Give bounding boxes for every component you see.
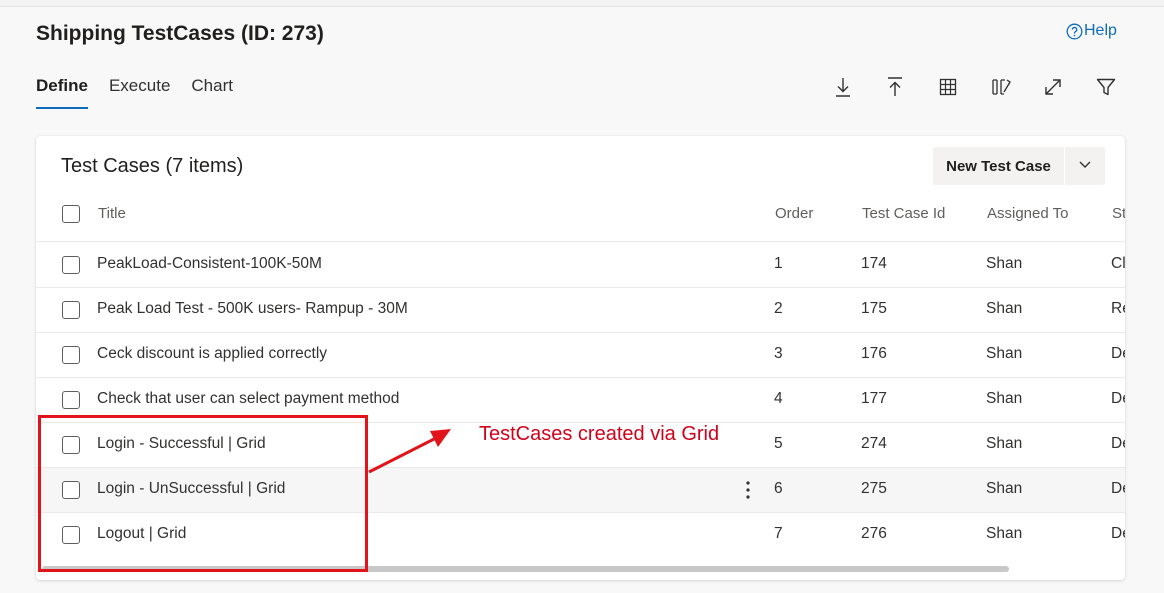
row-title[interactable]: PeakLoad-Consistent-100K-50M: [97, 255, 322, 273]
row-assigned-to: Shan: [986, 390, 1023, 407]
row-assigned-to: Shan: [986, 435, 1023, 452]
tab-chart[interactable]: Chart: [191, 76, 233, 106]
row-test-case-id: 177: [861, 390, 887, 407]
page-title: Shipping TestCases (ID: 273): [36, 22, 324, 45]
more-options-icon[interactable]: [738, 477, 758, 503]
row-order: 6: [774, 480, 783, 497]
row-order: 3: [774, 345, 783, 362]
tab-bar: Define Execute Chart: [36, 76, 233, 109]
row-order: 5: [774, 435, 783, 452]
help-icon: [1066, 23, 1083, 40]
help-link[interactable]: Help: [1066, 22, 1117, 40]
row-test-case-id: 274: [861, 435, 887, 452]
row-order: 4: [774, 390, 783, 407]
row-order: 2: [774, 300, 783, 317]
annotation-text: TestCases created via Grid: [479, 423, 720, 445]
row-test-case-id: 176: [861, 345, 887, 362]
select-all-checkbox[interactable]: [62, 205, 80, 223]
help-label: Help: [1084, 22, 1117, 39]
row-test-case-id: 275: [861, 480, 887, 497]
table-row[interactable]: PeakLoad-Consistent-100K-50M 1 174 Shan …: [36, 241, 1125, 287]
row-state: De: [1111, 345, 1125, 362]
filter-icon[interactable]: [1093, 74, 1119, 100]
row-order: 1: [774, 255, 783, 272]
table-row[interactable]: Ceck discount is applied correctly 3 176…: [36, 332, 1125, 378]
upload-icon[interactable]: [882, 74, 908, 100]
row-test-case-id: 174: [861, 255, 887, 272]
fullscreen-icon[interactable]: [1040, 74, 1066, 100]
new-test-case-button[interactable]: New Test Case: [933, 147, 1064, 185]
grid-view-icon[interactable]: [935, 74, 961, 100]
row-state: Re: [1111, 300, 1125, 317]
row-assigned-to: Shan: [986, 525, 1023, 542]
row-assigned-to: Shan: [986, 255, 1023, 272]
card-title: Test Cases (7 items): [61, 155, 244, 177]
column-options-icon[interactable]: [988, 74, 1014, 100]
new-test-case-split-button: New Test Case: [933, 147, 1105, 185]
chevron-down-icon: [1078, 157, 1092, 176]
new-test-case-dropdown[interactable]: [1065, 147, 1105, 185]
tab-execute[interactable]: Execute: [109, 76, 170, 106]
tab-define[interactable]: Define: [36, 76, 88, 109]
row-state: Cl: [1111, 255, 1125, 272]
column-header-assigned-to[interactable]: Assigned To: [987, 205, 1068, 222]
row-assigned-to: Shan: [986, 480, 1023, 497]
row-order: 7: [774, 525, 783, 542]
row-checkbox[interactable]: [62, 346, 80, 364]
download-icon[interactable]: [830, 74, 856, 100]
row-state: De: [1111, 480, 1125, 497]
top-bar: [0, 0, 1164, 7]
table-row[interactable]: Peak Load Test - 500K users- Rampup - 30…: [36, 287, 1125, 333]
annotation-highlight-box: [38, 415, 368, 572]
column-header-test-case-id[interactable]: Test Case Id: [862, 205, 945, 222]
row-title[interactable]: Peak Load Test - 500K users- Rampup - 30…: [97, 300, 408, 318]
row-checkbox[interactable]: [62, 301, 80, 319]
row-test-case-id: 276: [861, 525, 887, 542]
column-header-title[interactable]: Title: [98, 205, 126, 222]
column-header-order[interactable]: Order: [775, 205, 813, 222]
row-assigned-to: Shan: [986, 345, 1023, 362]
row-assigned-to: Shan: [986, 300, 1023, 317]
row-checkbox[interactable]: [62, 256, 80, 274]
row-test-case-id: 175: [861, 300, 887, 317]
row-state: De: [1111, 390, 1125, 407]
row-state: De: [1111, 525, 1125, 542]
column-header-state[interactable]: St: [1112, 205, 1125, 222]
row-title[interactable]: Check that user can select payment metho…: [97, 390, 399, 408]
row-checkbox[interactable]: [62, 391, 80, 409]
row-title[interactable]: Ceck discount is applied correctly: [97, 345, 327, 363]
row-state: De: [1111, 435, 1125, 452]
